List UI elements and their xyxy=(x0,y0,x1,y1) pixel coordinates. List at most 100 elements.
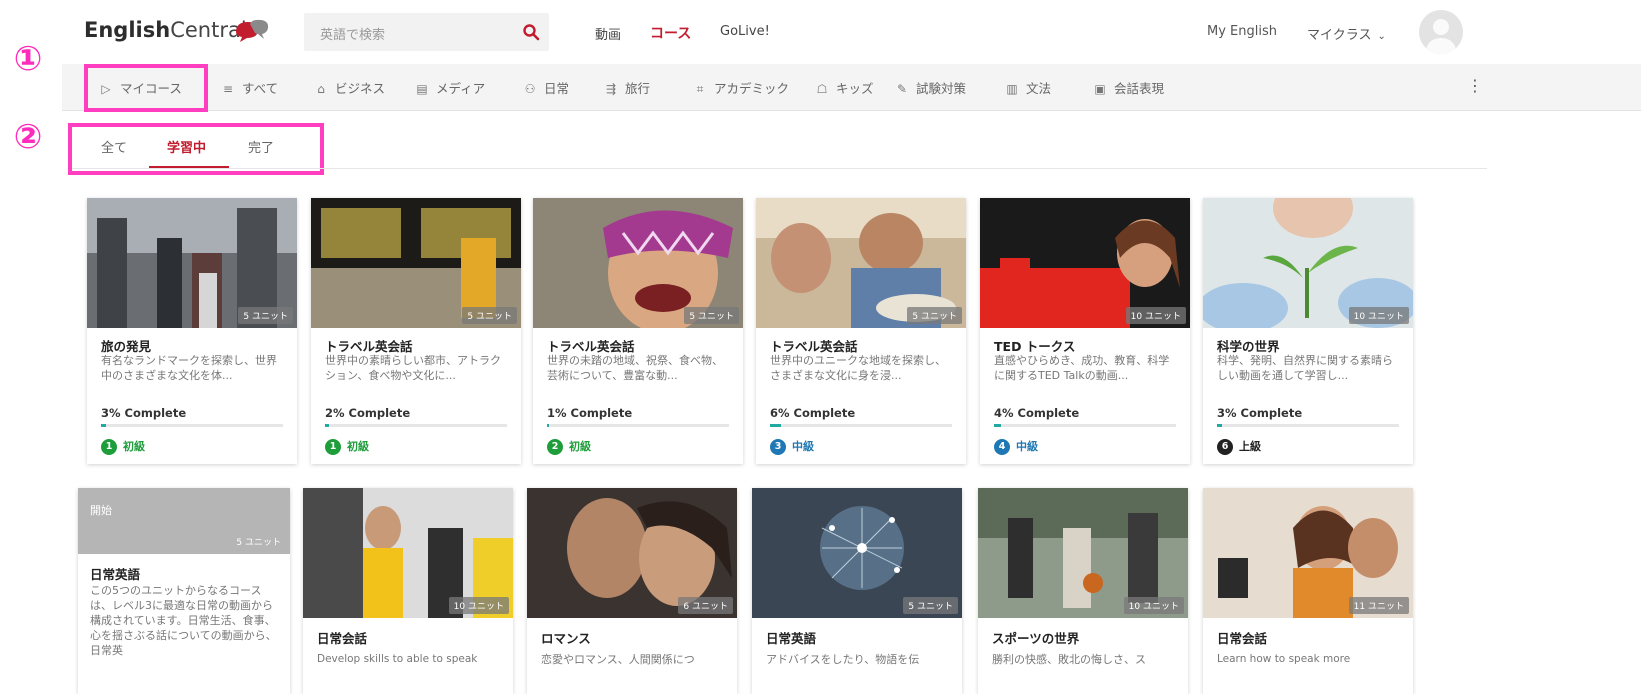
level-badge: 4 中級 xyxy=(994,438,1038,455)
category-travel[interactable]: ⇶ 旅行 xyxy=(603,78,650,97)
my-english-link[interactable]: My English xyxy=(1207,24,1277,39)
progress-bar xyxy=(1217,424,1399,427)
level-label: 中級 xyxy=(792,440,814,453)
level-badge: 1 初級 xyxy=(101,438,145,455)
unit-count-badge: 5 ユニット xyxy=(903,597,958,614)
chevron-down-icon: ⌄ xyxy=(1377,31,1386,42)
course-title: 日常会話 xyxy=(1217,631,1268,646)
unit-count-badge: 5 ユニット xyxy=(684,307,739,324)
search-box[interactable]: 英語で検索 xyxy=(304,13,549,51)
level-number: 1 xyxy=(101,439,117,455)
avatar[interactable] xyxy=(1419,10,1463,54)
category-grammar[interactable]: ▥ 文法 xyxy=(1004,78,1051,97)
course-card[interactable]: 10 ユニット TED トークス 直感やひらめき、成功、教育、科学に関するTED… xyxy=(980,198,1190,464)
course-card[interactable]: 5 ユニット トラベル英会話 世界の未踏の地域、祝祭、食べ物、芸術について、豊富… xyxy=(533,198,743,464)
course-description: Learn how to speak more xyxy=(1217,653,1351,665)
course-thumbnail: 5 ユニット xyxy=(756,198,966,328)
course-thumbnail: 10 ユニット xyxy=(978,488,1188,618)
category-label: 会話表現 xyxy=(1114,81,1165,96)
course-description: 直感やひらめき、成功、教育、科学に関するTED Talkの動画... xyxy=(994,354,1170,382)
level-number: 6 xyxy=(1217,439,1233,455)
course-description: この5つのユニットからなるコースは、レベル3に最適な日常の動画から構成されていま… xyxy=(90,584,277,657)
annotation-marker-1: ① xyxy=(13,39,43,79)
start-header: 開始 5 ユニット xyxy=(78,488,290,554)
course-card[interactable]: 5 ユニット 旅の発見 有名なランドマークを探索し、世界中のさまざまな文化を体.… xyxy=(87,198,297,464)
category-label: すべて xyxy=(242,81,279,96)
course-title: 日常英語 xyxy=(766,631,817,646)
category-all[interactable]: ≡ すべて xyxy=(220,78,278,97)
category-media[interactable]: ▤ メディア xyxy=(414,78,485,97)
course-card[interactable]: 5 ユニット トラベル英会話 世界中のユニークな地域を探索し、さまざまな文化に身… xyxy=(756,198,966,464)
course-description: 世界の未踏の地域、祝祭、食べ物、芸術について、豊富な動... xyxy=(547,354,723,382)
course-card[interactable]: 5 ユニット 日常英語 アドバイスをしたり、物語を伝 xyxy=(752,488,962,694)
course-thumbnail: 6 ユニット xyxy=(527,488,737,618)
level-badge: 6 上級 xyxy=(1217,438,1261,455)
course-title: スポーツの世界 xyxy=(992,631,1080,646)
course-thumbnail: 10 ユニット xyxy=(303,488,513,618)
progress-label: 2% Complete xyxy=(325,406,411,420)
category-label: 日常 xyxy=(544,81,570,96)
course-card[interactable]: 11 ユニット 日常会話 Learn how to speak more xyxy=(1203,488,1413,694)
progress-label: 1% Complete xyxy=(547,406,633,420)
logo[interactable]: EnglishCentral xyxy=(84,18,247,42)
level-number: 3 xyxy=(770,439,786,455)
course-description: 世界中のユニークな地域を探索し、さまざまな文化に身を浸... xyxy=(770,354,946,382)
course-description: アドバイスをしたり、物語を伝 xyxy=(766,653,920,666)
level-number: 2 xyxy=(547,439,563,455)
progress-bar xyxy=(325,424,507,427)
course-card[interactable]: 5 ユニット トラベル英会話 世界中の素晴らしい都市、アトラクション、食べ物や文… xyxy=(311,198,521,464)
signpost-icon: ⇶ xyxy=(605,82,617,96)
progress-bar xyxy=(101,424,283,427)
academic-icon: ⌗ xyxy=(696,82,704,96)
course-thumbnail: 5 ユニット xyxy=(87,198,297,328)
course-card[interactable]: 10 ユニット 科学の世界 科学、発明、自然界に関する素晴らしい動画を通して学習… xyxy=(1203,198,1413,464)
nav-videos[interactable]: 動画 xyxy=(595,24,621,43)
unit-count-badge: 10 ユニット xyxy=(1125,307,1186,324)
progress-label: 3% Complete xyxy=(101,406,187,420)
course-thumbnail: 11 ユニット xyxy=(1203,488,1413,618)
course-description: Develop skills to able to speak xyxy=(317,653,478,665)
category-academic[interactable]: ⌗ アカデミック xyxy=(692,78,789,97)
annotation-marker-2: ② xyxy=(13,117,43,157)
progress-bar xyxy=(770,424,952,427)
nav-golive[interactable]: GoLive! xyxy=(720,24,770,39)
top-header: EnglishCentral 英語で検索 動画 コース GoLive! My E… xyxy=(62,0,1641,65)
progress-label: 6% Complete xyxy=(770,406,856,420)
user-silhouette-icon xyxy=(1425,19,1457,54)
progress-fill xyxy=(994,424,1002,427)
start-label: 開始 xyxy=(90,504,112,517)
course-thumbnail: 10 ユニット xyxy=(1203,198,1413,328)
course-title: ロマンス xyxy=(541,631,591,646)
nav-courses[interactable]: コース xyxy=(650,23,691,43)
building-icon: ⌂ xyxy=(317,82,325,96)
course-thumbnail: 5 ユニット xyxy=(533,198,743,328)
course-thumbnail: 5 ユニット xyxy=(752,488,962,618)
unit-count-badge: 11 ユニット xyxy=(1348,597,1409,614)
tab-completed[interactable]: 完了 xyxy=(248,137,274,156)
category-daily[interactable]: ⚇ 日常 xyxy=(522,78,569,97)
my-class-dropdown[interactable]: マイクラス ⌄ xyxy=(1307,24,1386,43)
course-card[interactable]: 10 ユニット スポーツの世界 勝利の快感、敗北の悔しさ、ス xyxy=(978,488,1188,694)
course-card[interactable]: 10 ユニット 日常会話 Develop skills to able to s… xyxy=(303,488,513,694)
progress-bar xyxy=(994,424,1176,427)
category-label: 旅行 xyxy=(625,81,651,96)
more-options-icon[interactable]: ⋮ xyxy=(1467,76,1483,95)
tab-in-progress[interactable]: 学習中 xyxy=(167,137,206,156)
course-card-start[interactable]: 開始 5 ユニット 日常英語 この5つのユニットからなるコースは、レベル3に最適… xyxy=(78,488,290,694)
category-exam[interactable]: ✎ 試験対策 xyxy=(894,78,966,97)
category-kids[interactable]: ☖ キッズ xyxy=(814,78,874,97)
speech-bubble-icon xyxy=(236,19,269,42)
level-number: 4 xyxy=(994,439,1010,455)
level-badge: 2 初級 xyxy=(547,438,591,455)
course-description: 勝利の快感、敗北の悔しさ、ス xyxy=(992,653,1146,666)
tab-all[interactable]: 全て xyxy=(101,137,127,156)
grammar-icon: ▥ xyxy=(1006,82,1018,96)
category-phrases[interactable]: ▣ 会話表現 xyxy=(1092,78,1164,97)
progress-fill xyxy=(325,424,329,427)
search-icon[interactable] xyxy=(522,23,540,41)
category-business[interactable]: ⌂ ビジネス xyxy=(313,78,385,97)
unit-count-badge: 5 ユニット xyxy=(462,307,517,324)
progress-fill xyxy=(770,424,781,427)
course-card[interactable]: 6 ユニット ロマンス 恋愛やロマンス、人間関係につ xyxy=(527,488,737,694)
search-input[interactable]: 英語で検索 xyxy=(320,24,385,43)
